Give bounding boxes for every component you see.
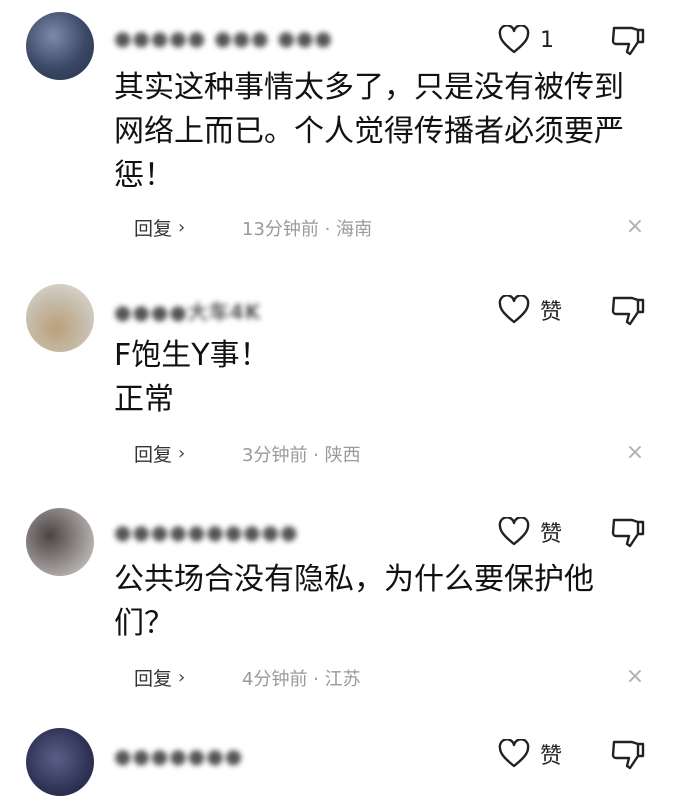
thumbs-down-icon: [611, 26, 645, 56]
like-count: 赞: [540, 300, 563, 325]
chevron-right-icon: ›: [178, 443, 186, 464]
comment-text-line: 其实这种事情太多了，只是没有被传到: [114, 70, 624, 105]
heart-icon: [498, 295, 530, 324]
heart-icon: [498, 517, 530, 546]
like-count: 1: [540, 27, 554, 53]
dislike-button[interactable]: [610, 736, 646, 772]
thumbs-down-icon: [611, 518, 645, 548]
username[interactable]: ●●●●大车4K: [114, 296, 261, 324]
like-button[interactable]: 赞: [498, 290, 562, 330]
reply-button[interactable]: 回复 ›: [134, 664, 185, 691]
comment-text: 公共场合没有隐私，为什么要保护他 们？: [114, 558, 654, 646]
like-button[interactable]: 赞: [498, 512, 562, 552]
close-icon[interactable]: ×: [624, 666, 646, 688]
avatar[interactable]: [26, 728, 94, 796]
comment-text-line: 惩！: [114, 158, 174, 193]
comment-text-line: F饱生Y事！: [114, 338, 270, 373]
comment-meta: 4分钟前 · 江苏: [242, 669, 361, 690]
like-count: 赞: [540, 744, 563, 769]
username[interactable]: ●●●●● ●●● ●●●: [114, 26, 333, 50]
comment-text-line: 公共场合没有隐私，为什么要保护他: [114, 562, 594, 597]
dislike-button[interactable]: [610, 514, 646, 550]
username[interactable]: ●●●●●●●●●●: [114, 520, 299, 544]
chevron-right-icon: ›: [178, 217, 186, 238]
close-icon[interactable]: ×: [624, 442, 646, 464]
close-icon[interactable]: ×: [624, 216, 646, 238]
heart-icon: [498, 739, 530, 768]
like-count: 赞: [540, 522, 563, 547]
comment-text: F饱生Y事！ 正常: [114, 334, 654, 422]
comment-text: 其实这种事情太多了，只是没有被传到 网络上而已。个人觉得传播者必须要严 惩！: [114, 66, 654, 198]
reply-label: 回复: [134, 444, 173, 466]
thumbs-down-icon: [611, 740, 645, 770]
heart-icon: [498, 25, 530, 54]
avatar[interactable]: [26, 12, 94, 80]
comment-meta: 3分钟前 · 陕西: [242, 445, 361, 466]
comment-text-line: 们？: [114, 606, 174, 641]
comment-meta: 13分钟前 · 海南: [242, 219, 373, 240]
dislike-button[interactable]: [610, 292, 646, 328]
avatar[interactable]: [26, 284, 94, 352]
reply-label: 回复: [134, 218, 173, 240]
reply-label: 回复: [134, 668, 173, 690]
thumbs-down-icon: [611, 296, 645, 326]
username[interactable]: ●●●●●●●: [114, 744, 243, 768]
reply-button[interactable]: 回复 ›: [134, 214, 185, 241]
comment-text-line: 正常: [114, 382, 174, 417]
avatar[interactable]: [26, 508, 94, 576]
like-button[interactable]: 赞: [498, 734, 562, 774]
dislike-button[interactable]: [610, 22, 646, 58]
chevron-right-icon: ›: [178, 667, 186, 688]
like-button[interactable]: 1: [498, 20, 554, 60]
comment-text-line: 网络上而已。个人觉得传播者必须要严: [114, 114, 624, 149]
reply-button[interactable]: 回复 ›: [134, 440, 185, 467]
